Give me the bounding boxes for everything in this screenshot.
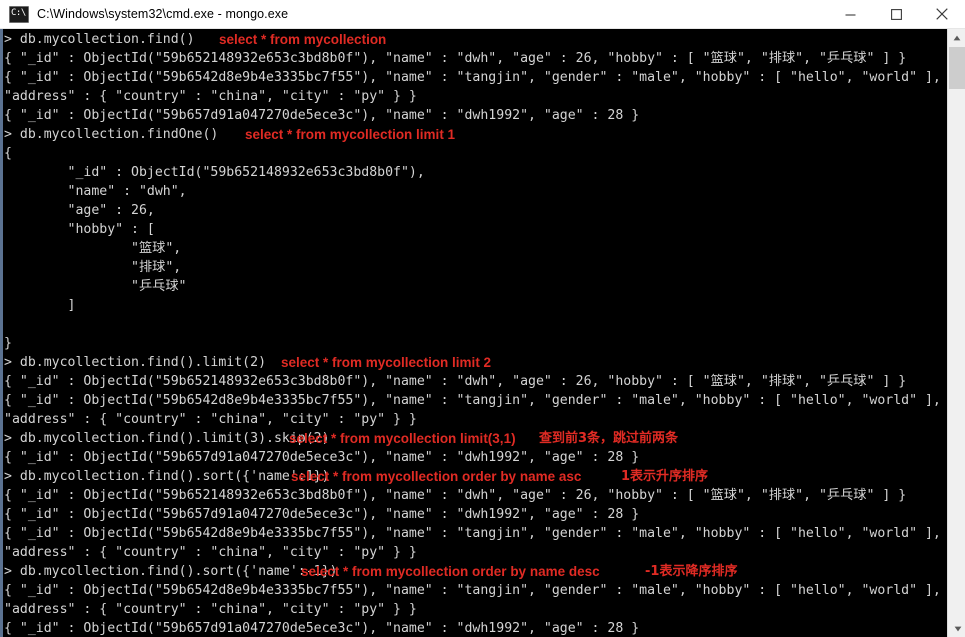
console-line: > db.mycollection.find().sort({'name':1}… [4,467,947,486]
chinese-annotation: 1表示升序排序 [621,469,709,484]
console-line-text: { "_id" : ObjectId("59b657d91a047270de5e… [4,450,640,465]
console-line-text: { "_id" : ObjectId("59b6542d8e9b4e3335bc… [4,70,941,85]
console-line: { [4,144,947,163]
console-line: { "_id" : ObjectId("59b657d91a047270de5e… [4,505,947,524]
sql-annotation: select * from mycollection order by name… [291,469,582,484]
console-line-text: { "_id" : ObjectId("59b657d91a047270de5e… [4,108,640,123]
console-line: "age" : 26, [4,201,947,220]
console-line: "乒乓球" [4,277,947,296]
console-line: { "_id" : ObjectId("59b6542d8e9b4e3335bc… [4,581,947,600]
console-line-text: { [4,146,12,161]
console-line-text: ] [4,298,76,313]
console-line-text: { "_id" : ObjectId("59b652148932e653c3bd… [4,488,907,503]
console-line-text: { "_id" : ObjectId("59b6542d8e9b4e3335bc… [4,393,941,408]
console-line: > db.mycollection.find() select * from my… [4,30,947,49]
console-line: } [4,334,947,353]
minimize-button[interactable] [827,0,873,28]
maximize-button[interactable] [873,0,919,28]
console-line-text: > db.mycollection.findOne() [4,127,219,142]
console-line: { "_id" : ObjectId("59b657d91a047270de5e… [4,448,947,467]
console-line: "hobby" : [ [4,220,947,239]
console-line: { "_id" : ObjectId("59b6542d8e9b4e3335bc… [4,524,947,543]
console-text-lines: > db.mycollection.find() select * from my… [3,29,947,637]
cmd-icon-glyph: C:\ [11,7,26,18]
console-line-text: > db.mycollection.find().limit(3).skip(2… [4,431,330,446]
console-line-text: > db.mycollection.find() [4,32,195,47]
console-line: "address" : { "country" : "china", "city… [4,600,947,619]
chinese-annotation: 查到前3条，跳过前两条 [539,431,679,446]
console-line: { "_id" : ObjectId("59b652148932e653c3bd… [4,372,947,391]
console-line-text: "address" : { "country" : "china", "city… [4,89,417,104]
console-line: "address" : { "country" : "china", "city… [4,410,947,429]
vertical-scrollbar[interactable] [947,29,965,637]
console-line: "address" : { "country" : "china", "city… [4,87,947,106]
sql-annotation: select * from mycollection limit 1 [245,127,456,142]
console-line: { "_id" : ObjectId("59b657d91a047270de5e… [4,106,947,125]
scroll-down-arrow-icon[interactable] [949,620,965,637]
console-line-text: "篮球", [4,241,182,256]
console-line-text: "address" : { "country" : "china", "city… [4,412,417,427]
console-line: "name" : "dwh", [4,182,947,201]
console-line: > db.mycollection.find().limit(2) select … [4,353,947,372]
title-bar[interactable]: C:\ C:\Windows\system32\cmd.exe - mongo.… [0,0,965,29]
cmd-console-window: C:\ C:\Windows\system32\cmd.exe - mongo.… [0,0,965,637]
console-line: { "_id" : ObjectId("59b6542d8e9b4e3335bc… [4,68,947,87]
cmd-console-icon: C:\ [9,5,29,23]
close-button[interactable] [919,0,965,28]
console-line: { "_id" : ObjectId("59b6542d8e9b4e3335bc… [4,391,947,410]
console-line: "address" : { "country" : "china", "city… [4,543,947,562]
window-title: C:\Windows\system32\cmd.exe - mongo.exe [37,7,289,21]
console-line: { "_id" : ObjectId("59b652148932e653c3bd… [4,486,947,505]
console-line-text: "name" : "dwh", [4,184,187,199]
console-line-text: "排球", [4,260,182,275]
console-line: > db.mycollection.find().limit(3).skip(2… [4,429,947,448]
console-line-text: > db.mycollection.find().sort({'name':1}… [4,469,330,484]
scrollbar-thumb[interactable] [949,47,965,89]
console-line: > db.mycollection.find().sort({'name':-1… [4,562,947,581]
console-line-text: { "_id" : ObjectId("59b652148932e653c3bd… [4,51,907,66]
console-line-text: "乒乓球" [4,279,187,294]
console-line-text: > db.mycollection.find().sort({'name':-1… [4,564,338,579]
console-line-text: "address" : { "country" : "china", "city… [4,545,417,560]
console-line-text: "_id" : ObjectId("59b652148932e653c3bd8b… [4,165,425,180]
console-line-text: "hobby" : [ [4,222,155,237]
console-line-text: { "_id" : ObjectId("59b6542d8e9b4e3335bc… [4,583,941,598]
console-line: "篮球", [4,239,947,258]
sql-annotation: select * from mycollection [219,32,387,47]
sql-annotation: select * from mycollection order by name… [301,564,600,579]
console-output-area[interactable]: > db.mycollection.find() select * from my… [0,29,965,637]
console-line: > db.mycollection.findOne() select * from… [4,125,947,144]
console-line-text: { "_id" : ObjectId("59b652148932e653c3bd… [4,374,907,389]
console-line: { "_id" : ObjectId("59b657d91a047270de5e… [4,619,947,637]
console-line-text: "age" : 26, [4,203,155,218]
console-line-text: } [4,336,12,351]
chinese-annotation: -1表示降序排序 [645,564,738,579]
console-line: ] [4,296,947,315]
console-line-text: > db.mycollection.find().limit(2) [4,355,267,370]
console-line: "排球", [4,258,947,277]
console-line: { "_id" : ObjectId("59b652148932e653c3bd… [4,49,947,68]
console-line: "_id" : ObjectId("59b652148932e653c3bd8b… [4,163,947,182]
console-line-text: { "_id" : ObjectId("59b6542d8e9b4e3335bc… [4,526,941,541]
console-line-text: "address" : { "country" : "china", "city… [4,602,417,617]
sql-annotation: select * from mycollection limit(3,1) [289,431,516,446]
console-line-text: { "_id" : ObjectId("59b657d91a047270de5e… [4,621,640,636]
sql-annotation: select * from mycollection limit 2 [281,355,492,370]
console-line-text: { "_id" : ObjectId("59b657d91a047270de5e… [4,507,640,522]
scroll-up-arrow-icon[interactable] [948,29,965,46]
